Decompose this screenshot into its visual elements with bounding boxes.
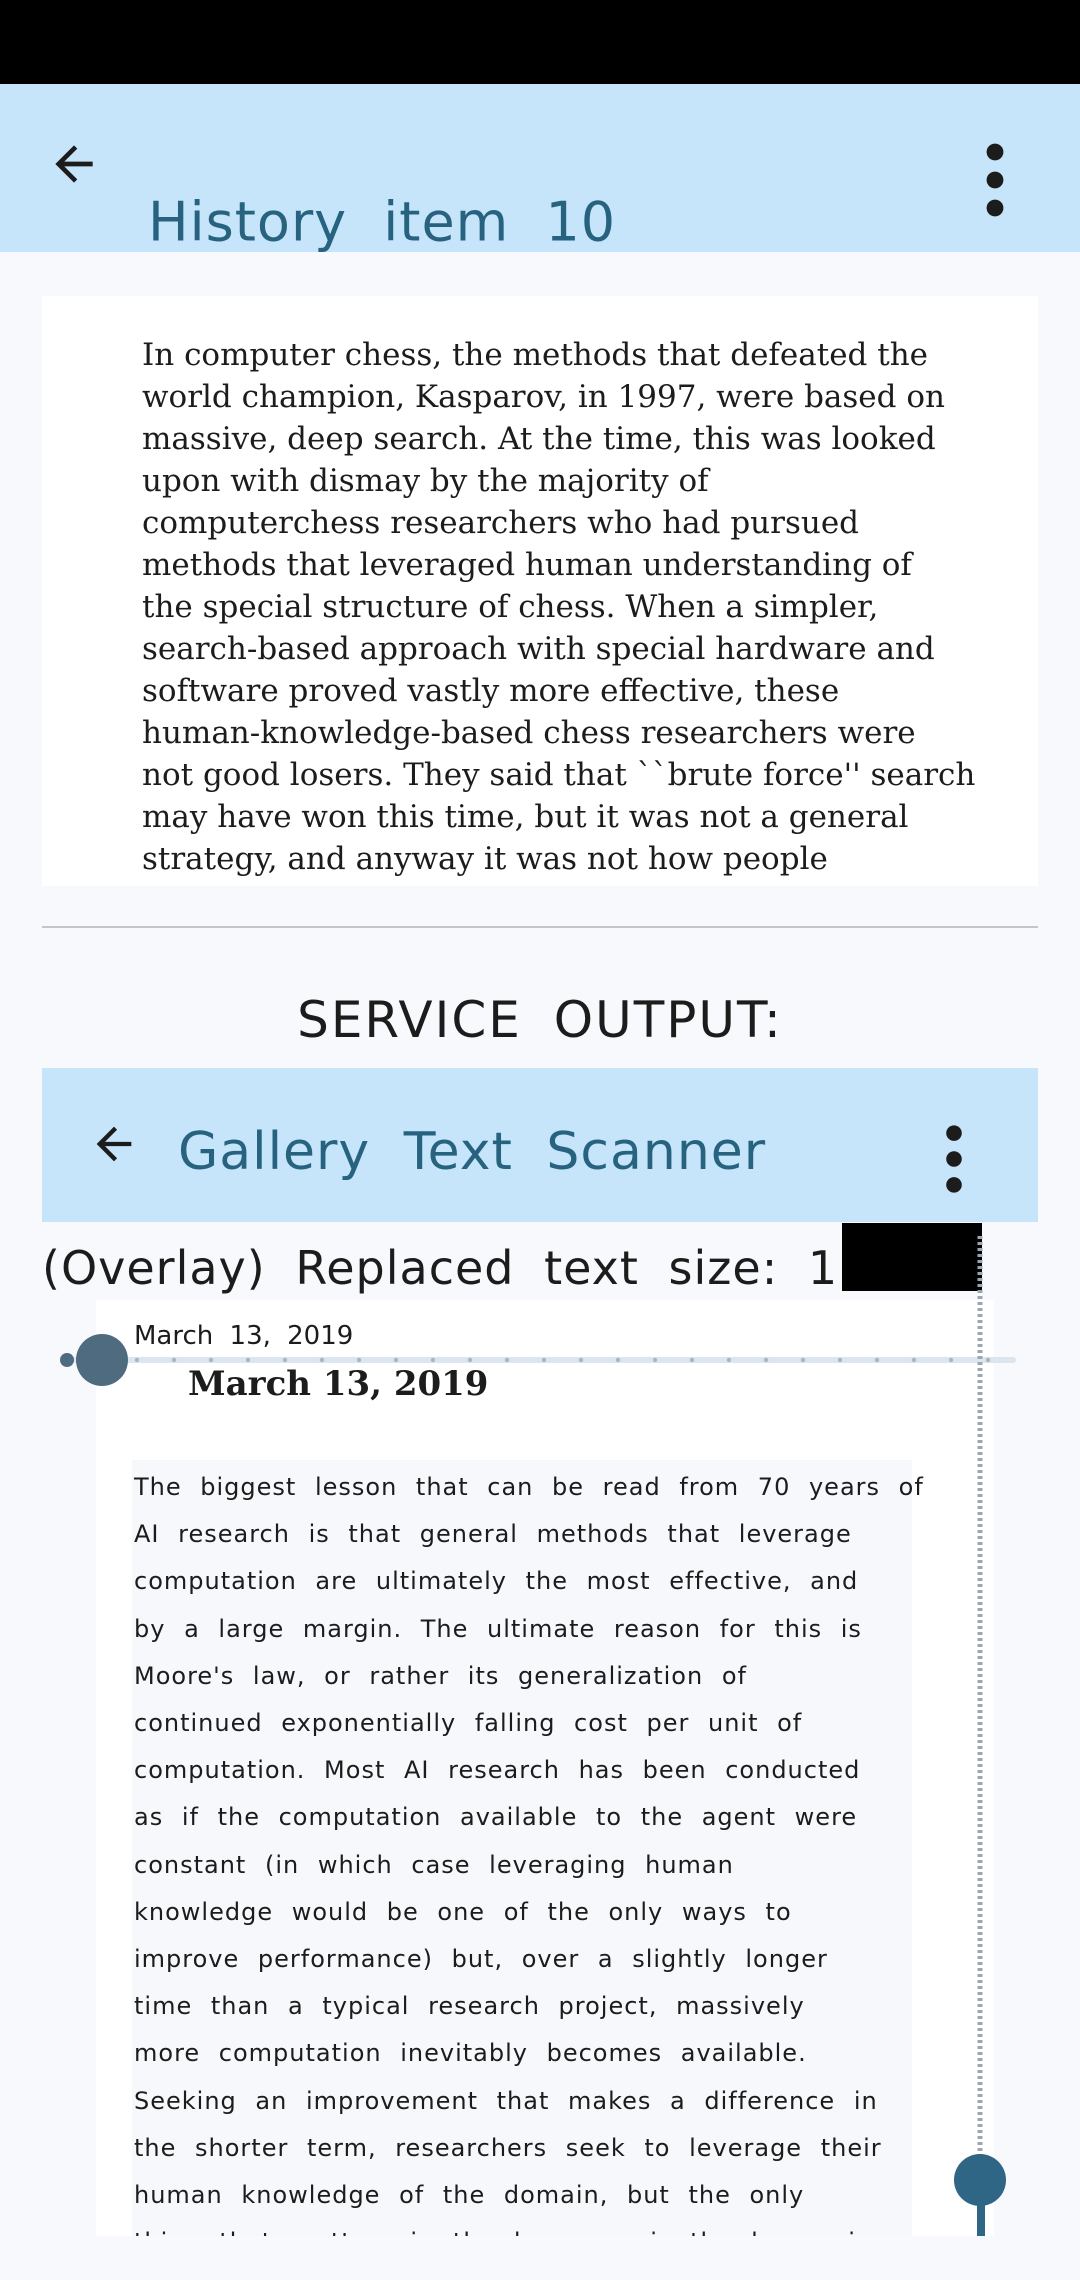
- slider-tick: [578, 1357, 584, 1363]
- slider-tick: [948, 1357, 954, 1363]
- slider-tick: [985, 1357, 991, 1363]
- slider-tick: [356, 1357, 362, 1363]
- overlay-body-line: AI research is that general methods that…: [134, 1520, 852, 1549]
- overlay-body-line: improve performance) but, over a slightl…: [134, 1945, 828, 1974]
- overlay-body-line: continued exponentially falling cost per…: [134, 1709, 803, 1738]
- overlay-date: March 13, 2019: [134, 1321, 354, 1351]
- slider-tick: [504, 1357, 510, 1363]
- slider-tick: [541, 1357, 547, 1363]
- overlay-body-line: computation. Most AI research has been c…: [134, 1756, 861, 1785]
- history-text-line: software proved vastly more effective, t…: [142, 673, 840, 709]
- slider-tick: [689, 1357, 695, 1363]
- overlay-body-line: The biggest lesson that can be read from…: [134, 1473, 924, 1501]
- overlay-body-line: Seeking an improvement that makes a diff…: [134, 2086, 878, 2115]
- embedded-app-bar: Gallery Text Scanner: [42, 1068, 1038, 1222]
- slider-tick: [208, 1357, 214, 1363]
- slider-tick: [245, 1357, 251, 1363]
- history-text-line: world champion, Kasparov, in 1997, were …: [142, 379, 945, 415]
- overlay-body-line: time than a typical research project, ma…: [134, 1992, 805, 2021]
- history-text-card: In computer chess, the methods that defe…: [42, 296, 1038, 886]
- overlay-body-text: The biggest lesson that can be read from…: [134, 1464, 924, 2266]
- slider-tick: [800, 1357, 806, 1363]
- slider-tick: [763, 1357, 769, 1363]
- redacted-block: [842, 1223, 982, 1291]
- history-text-line: not good losers. They said that ``brute …: [142, 757, 976, 793]
- overlay-body-line: knowledge would be one of the only ways …: [134, 1897, 792, 1926]
- history-text: In computer chess, the methods that defe…: [142, 334, 982, 880]
- slider-tick: [874, 1357, 880, 1363]
- vertical-slider-thumb[interactable]: [954, 2154, 1006, 2206]
- history-text-line: methods that leveraged human understandi…: [142, 547, 912, 583]
- slider-tick: [911, 1357, 917, 1363]
- history-text-line: strategy, and anyway it was not how peop…: [142, 841, 828, 877]
- history-text-line: search-based approach with special hardw…: [142, 631, 935, 667]
- history-text-line: massive, deep search. At the time, this …: [142, 421, 936, 457]
- overlay-body-line: by a large margin. The ultimate reason f…: [134, 1614, 862, 1643]
- app-bar: History item 10: [0, 84, 1080, 254]
- history-text-line: human-knowledge-based chess researchers …: [142, 715, 916, 751]
- history-text-line: In computer chess, the methods that defe…: [142, 337, 929, 373]
- slider-tick: [319, 1357, 325, 1363]
- page-title: History item 10: [148, 190, 617, 254]
- slider-tick: [134, 1357, 140, 1363]
- divider: [42, 926, 1038, 928]
- history-text-line: upon with dismay by the majority of: [142, 463, 709, 499]
- slider-thumb[interactable]: [76, 1334, 128, 1386]
- vertical-slider-tail: [977, 2204, 985, 2240]
- slider-tick: [615, 1357, 621, 1363]
- more-vert-icon[interactable]: [975, 140, 1015, 220]
- scanned-date: March 13, 2019: [188, 1364, 489, 1404]
- slider-tick: [171, 1357, 177, 1363]
- overlay-body-line: human knowledge of the domain, but the o…: [134, 2181, 805, 2210]
- slider-start-marker: [60, 1353, 74, 1367]
- embedded-more-vert-icon: [946, 1125, 962, 1193]
- slider-tick: [282, 1357, 288, 1363]
- slider-tick: [393, 1357, 399, 1363]
- service-output-label: SERVICE OUTPUT:: [297, 991, 783, 1049]
- slider-tick: [430, 1357, 436, 1363]
- overlay-body-line: Moore's law, or rather its generalizatio…: [134, 1661, 747, 1690]
- slider-tick: [467, 1357, 473, 1363]
- history-text-line: computerchess researchers who had pursue…: [142, 505, 860, 541]
- history-text-line: may have won this time, but it was not a…: [142, 799, 909, 835]
- slider-tick: [652, 1357, 658, 1363]
- overlay-body-line: as if the computation available to the a…: [134, 1803, 858, 1832]
- overlay-body-line: the shorter term, researchers seek to le…: [134, 2133, 882, 2162]
- back-arrow-icon[interactable]: [46, 136, 102, 192]
- overlay-body-line: more computation inevitably becomes avai…: [134, 2039, 807, 2068]
- bottom-edge: [0, 2236, 1080, 2280]
- overlay-body-line: computation are ultimately the most effe…: [134, 1567, 859, 1596]
- embedded-app-title: Gallery Text Scanner: [178, 1122, 767, 1182]
- overlay-text-size-label: (Overlay) Replaced text size: 11.0: [42, 1241, 915, 1295]
- slider-tick: [837, 1357, 843, 1363]
- slider-tick-marks: [97, 1357, 991, 1363]
- history-text-line: the special structure of chess. When a s…: [142, 589, 879, 625]
- overlay-body-line: constant (in which case leveraging human: [134, 1850, 734, 1879]
- embedded-back-arrow-icon: [96, 1126, 132, 1162]
- slider-tick: [726, 1357, 732, 1363]
- status-bar: [0, 0, 1080, 84]
- vertical-slider-track[interactable]: [975, 1236, 985, 2240]
